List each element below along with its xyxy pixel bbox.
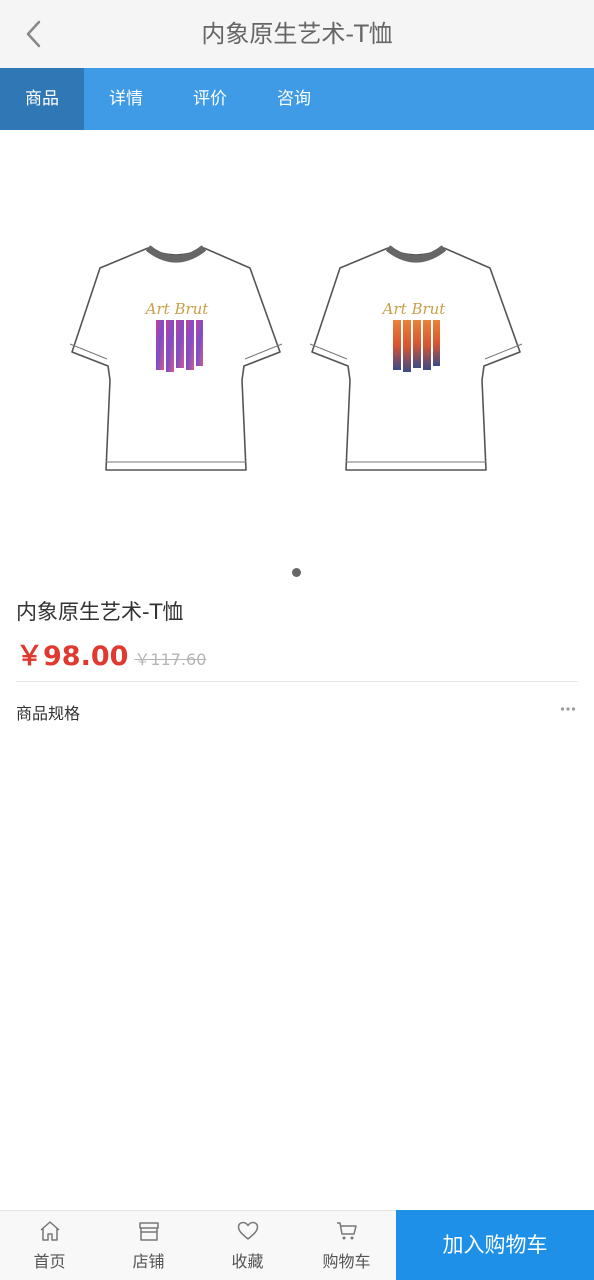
shirt-print-text-right: Art Brut [381, 300, 447, 318]
product-image: Art Brut Art Brut [69, 245, 523, 471]
spec-label: 商品规格 [16, 704, 81, 723]
page-title: 内象原生艺术-T恤 [201, 20, 393, 48]
cart-button[interactable]: 购物车 [297, 1211, 396, 1280]
price-row: ￥98.00 ￥117.60 [16, 634, 206, 674]
home-label: 首页 [33, 1252, 66, 1271]
shirt-print-text-left: Art Brut [144, 300, 210, 318]
store-label: 店铺 [132, 1252, 165, 1271]
current-price: ￥98.00 [16, 641, 129, 672]
more-dots-icon [560, 707, 576, 711]
divider [16, 681, 578, 682]
favorite-label: 收藏 [231, 1252, 264, 1271]
original-price: ￥117.60 [134, 650, 207, 669]
favorite-button[interactable]: 收藏 [198, 1211, 297, 1280]
tab-details[interactable]: 详情 [84, 68, 168, 130]
product-page: 内象原生艺术-T恤 商品 详情 评价 咨询 Art Brut Art Brut … [0, 0, 594, 1280]
tab-bar: 商品 详情 评价 咨询 [0, 68, 594, 130]
product-spec-row[interactable]: 商品规格 [16, 692, 578, 732]
home-icon [40, 1221, 59, 1241]
top-header: 内象原生艺术-T恤 [0, 0, 594, 68]
tshirt-right: Art Brut [309, 245, 523, 471]
carousel-indicator-dot[interactable] [292, 568, 301, 577]
store-icon [138, 1222, 159, 1241]
product-image-carousel[interactable]: Art Brut Art Brut [0, 130, 594, 590]
home-button[interactable]: 首页 [0, 1211, 99, 1280]
cart-label: 购物车 [322, 1252, 371, 1271]
tab-reviews[interactable]: 评价 [168, 68, 252, 130]
tab-consult[interactable]: 咨询 [252, 68, 336, 130]
tab-product[interactable]: 商品 [0, 68, 84, 130]
product-name: 内象原生艺术-T恤 [16, 600, 184, 624]
store-button[interactable]: 店铺 [99, 1211, 198, 1280]
heart-icon [237, 1221, 258, 1240]
tshirt-left: Art Brut [69, 245, 283, 471]
add-to-cart-button[interactable]: 加入购物车 [396, 1210, 594, 1280]
cart-icon [336, 1222, 357, 1240]
